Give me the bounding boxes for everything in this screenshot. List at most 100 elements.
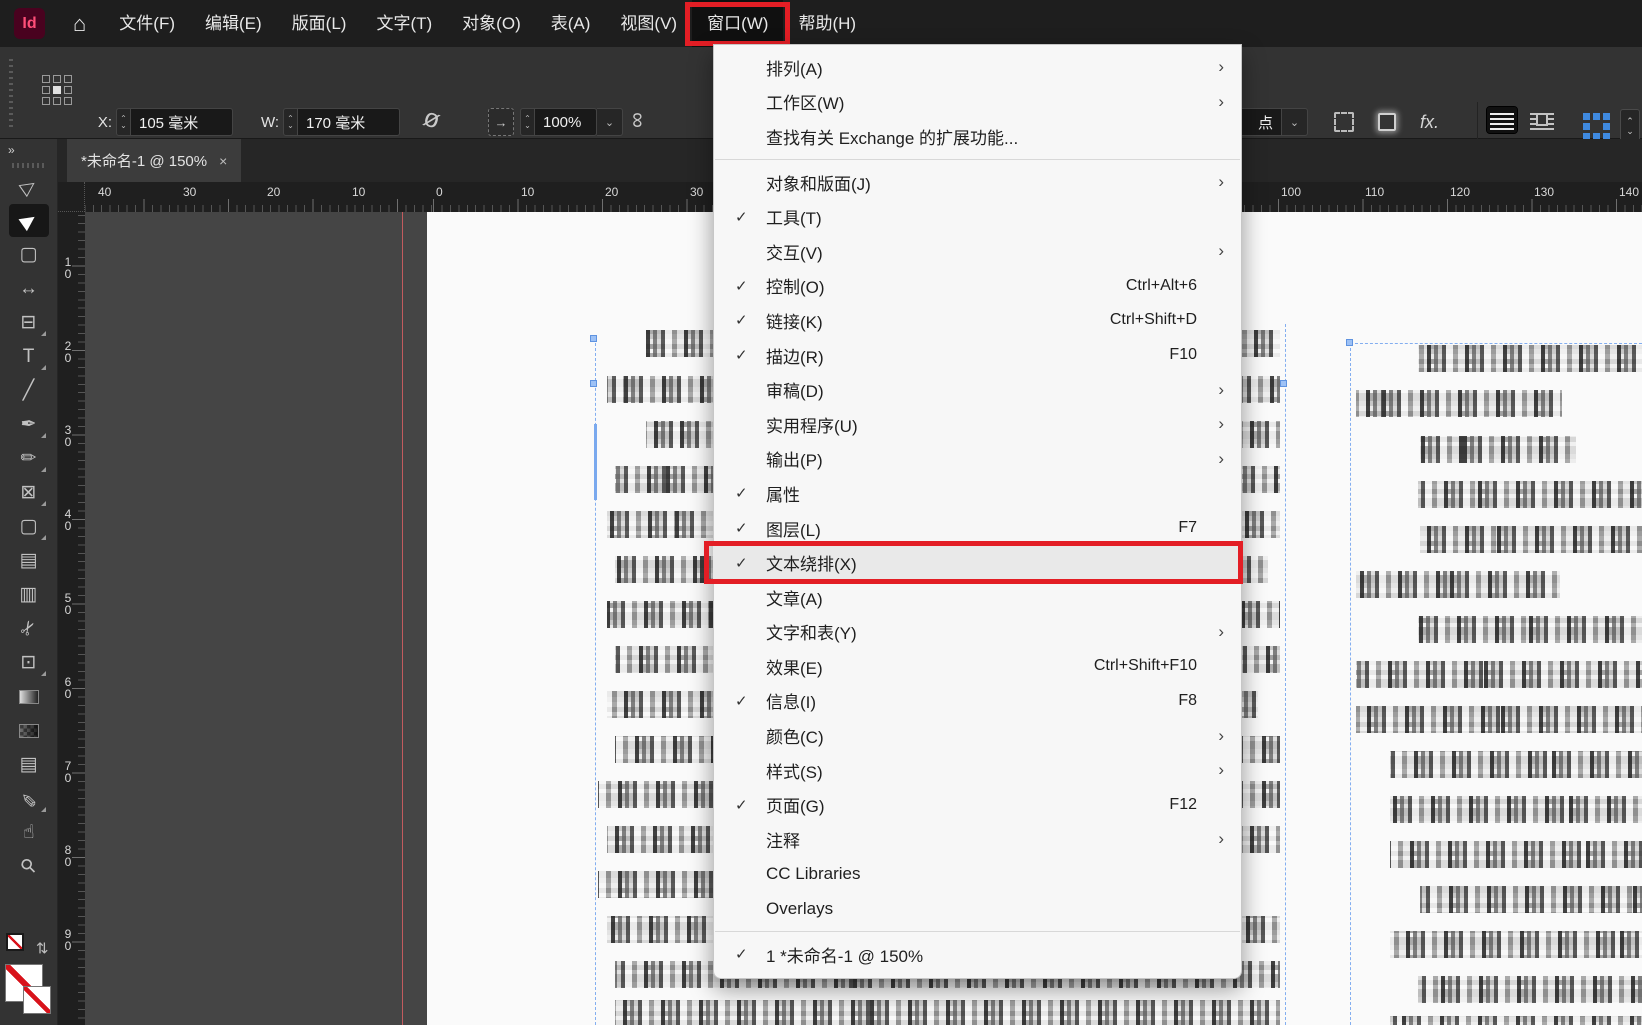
frame-handle[interactable] bbox=[590, 335, 597, 342]
menubar-item-对象(O)[interactable]: 对象(O) bbox=[447, 0, 536, 47]
vertical-ruler[interactable]: 102030405060708090 bbox=[58, 182, 85, 1025]
menu-item-控制(O)[interactable]: ✓控制(O)Ctrl+Alt+6 bbox=[714, 269, 1241, 304]
value-spinner[interactable]: ⌃⌄ bbox=[1620, 109, 1640, 143]
home-icon[interactable]: ⌂ bbox=[73, 11, 86, 37]
note-tool[interactable]: ▤ bbox=[9, 748, 49, 781]
rectangle-tool-icon: ▢ bbox=[20, 515, 38, 538]
menu-item-对象和版面(J)[interactable]: 对象和版面(J)› bbox=[714, 165, 1241, 200]
menu-item-页面(G)[interactable]: ✓页面(G)F12 bbox=[714, 787, 1241, 822]
menu-item-链接(K)[interactable]: ✓链接(K)Ctrl+Shift+D bbox=[714, 303, 1241, 338]
type-tool[interactable]: T bbox=[9, 340, 49, 373]
pen-tool[interactable]: ✒ bbox=[9, 408, 49, 441]
menu-item-效果(E)[interactable]: 效果(E)Ctrl+Shift+F10 bbox=[714, 649, 1241, 684]
effects-box-icon[interactable] bbox=[1378, 113, 1396, 131]
menu-item-文章(A)[interactable]: 文章(A) bbox=[714, 580, 1241, 615]
line-tool-icon: ╱ bbox=[23, 379, 34, 402]
ruler-corner[interactable] bbox=[58, 182, 85, 212]
frame-handle[interactable] bbox=[1280, 380, 1287, 387]
menu-item-工作区(W)[interactable]: 工作区(W)› bbox=[714, 85, 1241, 120]
menu-item-label: 描边(R) bbox=[766, 343, 824, 368]
menu-item-1 *未命名-1 @ 150%[interactable]: ✓1 *未命名-1 @ 150% bbox=[714, 937, 1241, 972]
menu-item-颜色(C)[interactable]: 颜色(C)› bbox=[714, 718, 1241, 753]
menubar-item-窗口(W)[interactable]: 窗口(W) bbox=[692, 0, 783, 47]
menubar-item-表(A)[interactable]: 表(A) bbox=[536, 0, 606, 47]
corner-options-icon[interactable] bbox=[1334, 112, 1354, 132]
direct-selection-tool[interactable]: ▶ bbox=[9, 204, 49, 237]
menubar-item-文件(F)[interactable]: 文件(F) bbox=[104, 0, 190, 47]
pencil-tool[interactable]: ✏ bbox=[9, 442, 49, 475]
menu-item-信息(I)[interactable]: ✓信息(I)F8 bbox=[714, 684, 1241, 719]
constrain-broken-chain-icon[interactable]: ø bbox=[420, 101, 445, 135]
menubar-item-帮助(H)[interactable]: 帮助(H) bbox=[783, 0, 871, 47]
line-tool[interactable]: ╱ bbox=[9, 374, 49, 407]
menu-item-样式(S)[interactable]: 样式(S)› bbox=[714, 753, 1241, 788]
w-stepper[interactable]: ⌃⌄ bbox=[283, 108, 298, 136]
menu-shortcut: Ctrl+Shift+D bbox=[1110, 311, 1197, 329]
wrap-bounding-box-icon[interactable] bbox=[1527, 107, 1557, 133]
w-field[interactable]: 170 毫米 bbox=[298, 108, 400, 136]
selection-tool[interactable]: ▷ bbox=[9, 170, 49, 203]
gradient-swatch-tool[interactable] bbox=[9, 680, 49, 713]
close-icon[interactable]: × bbox=[219, 153, 227, 169]
menubar-item-文字(T)[interactable]: 文字(T) bbox=[361, 0, 447, 47]
frame-handle[interactable] bbox=[1346, 339, 1353, 346]
menu-item-Overlays[interactable]: Overlays bbox=[714, 891, 1241, 926]
document-tab[interactable]: *未命名-1 @ 150% × bbox=[67, 139, 241, 182]
scale-link-chain-icon[interactable]: ∞ bbox=[625, 112, 651, 128]
menu-item-排列(A)[interactable]: 排列(A)› bbox=[714, 50, 1241, 85]
free-transform-tool[interactable]: ⊡ bbox=[9, 646, 49, 679]
no-text-wrap-icon[interactable] bbox=[1487, 107, 1517, 133]
scissors-tool[interactable]: ✂ bbox=[9, 612, 49, 645]
menu-item-属性[interactable]: ✓属性 bbox=[714, 476, 1241, 511]
pixelated-text-line bbox=[1420, 526, 1642, 553]
pixelated-text-line bbox=[1356, 571, 1560, 598]
menu-shortcut: F7 bbox=[1178, 519, 1197, 537]
page-tool[interactable]: ▢ bbox=[9, 238, 49, 271]
menu-item-审稿(D)[interactable]: 审稿(D)› bbox=[714, 372, 1241, 407]
menubar-item-视图(V)[interactable]: 视图(V) bbox=[605, 0, 692, 47]
pixelated-text-line bbox=[1390, 841, 1642, 868]
scale-x-stepper[interactable]: ⌃⌄ bbox=[520, 108, 535, 136]
scale-x-dropdown[interactable]: ⌄ bbox=[597, 108, 623, 136]
x-stepper[interactable]: ⌃⌄ bbox=[116, 108, 131, 136]
h-ruler-label: 40 bbox=[98, 185, 111, 199]
x-field[interactable]: 105 毫米 bbox=[131, 108, 233, 136]
menu-item-label: 颜色(C) bbox=[766, 723, 824, 748]
menu-item-查找有关 Exchange 的扩展功能...[interactable]: 查找有关 Exchange 的扩展功能... bbox=[714, 119, 1241, 154]
content-collector-tool-icon: ⊟ bbox=[21, 311, 37, 334]
swap-fill-stroke-icon[interactable]: ⇄ bbox=[33, 942, 51, 955]
menu-item-图层(L)[interactable]: ✓图层(L)F7 bbox=[714, 511, 1241, 546]
content-collector-tool[interactable]: ⊟ bbox=[9, 306, 49, 339]
menu-item-工具(T)[interactable]: ✓工具(T) bbox=[714, 199, 1241, 234]
rectangle-tool[interactable]: ▢ bbox=[9, 510, 49, 543]
menu-item-描边(R)[interactable]: ✓描边(R)F10 bbox=[714, 338, 1241, 373]
menu-item-文本绕排(X)[interactable]: ✓文本绕排(X) bbox=[714, 545, 1241, 580]
indesign-logo-icon[interactable]: Id bbox=[14, 8, 45, 39]
gap-tool[interactable]: ↔ bbox=[9, 272, 49, 305]
zoom-tool[interactable]: ⚲ bbox=[9, 850, 49, 883]
gradient-feather-tool[interactable] bbox=[9, 714, 49, 747]
fx-icon[interactable]: fx. bbox=[1420, 112, 1439, 133]
menu-item-文字和表(Y)[interactable]: 文字和表(Y)› bbox=[714, 615, 1241, 650]
menubar-item-编辑(E)[interactable]: 编辑(E) bbox=[190, 0, 277, 47]
window-menu-dropdown: 排列(A)›工作区(W)›查找有关 Exchange 的扩展功能... 对象和版面… bbox=[713, 44, 1242, 979]
horizontal-grid-tool[interactable]: ▤ bbox=[9, 544, 49, 577]
menubar-item-版面(L)[interactable]: 版面(L) bbox=[277, 0, 362, 47]
reference-point-proxy[interactable] bbox=[42, 75, 72, 105]
menu-item-CC Libraries[interactable]: CC Libraries bbox=[714, 857, 1241, 892]
frame-fitting-proxy-icon[interactable] bbox=[1583, 113, 1610, 140]
vertical-grid-tool[interactable]: ▥ bbox=[9, 578, 49, 611]
eyedropper-tool[interactable]: ✎ bbox=[9, 782, 49, 815]
scale-x-field[interactable]: 100% bbox=[535, 108, 597, 136]
menu-item-注释[interactable]: 注释› bbox=[714, 822, 1241, 857]
panel-expander[interactable]: » bbox=[0, 139, 57, 157]
stroke-swatch-none[interactable] bbox=[24, 987, 50, 1013]
menu-item-交互(V)[interactable]: 交互(V)› bbox=[714, 234, 1241, 269]
frame-tool[interactable]: ⊠ bbox=[9, 476, 49, 509]
mini-fill-swatch[interactable] bbox=[8, 935, 22, 949]
menu-item-实用程序(U)[interactable]: 实用程序(U)› bbox=[714, 407, 1241, 442]
menu-item-输出(P)[interactable]: 输出(P)› bbox=[714, 442, 1241, 477]
stroke-weight-dropdown[interactable]: ⌄ bbox=[1282, 108, 1308, 136]
hand-tool[interactable]: ☝ bbox=[9, 816, 49, 849]
frame-handle[interactable] bbox=[590, 380, 597, 387]
